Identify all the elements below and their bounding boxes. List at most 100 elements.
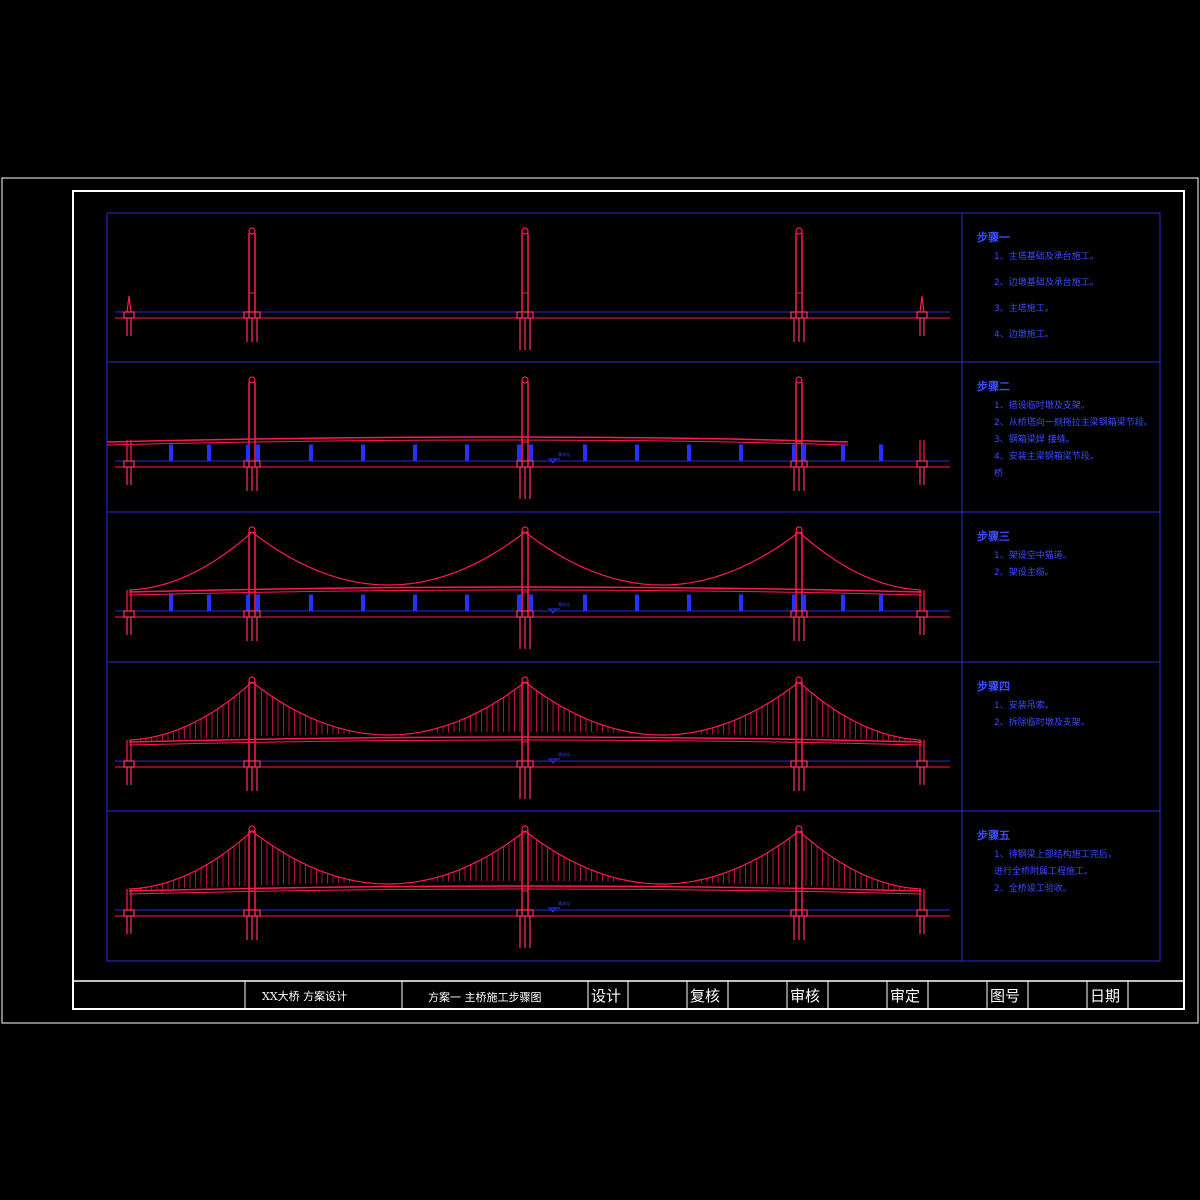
step-item: 1、主塔基础及承台施工。 bbox=[994, 250, 1099, 262]
temporary-support bbox=[207, 444, 211, 461]
step-item: 1、架设空中猫道。 bbox=[994, 549, 1072, 561]
side-pier bbox=[123, 440, 135, 485]
pile-cap bbox=[123, 909, 135, 917]
tower-saddle bbox=[795, 676, 803, 684]
deck-girder bbox=[128, 885, 923, 895]
temporary-support bbox=[841, 444, 845, 461]
project-name: XX大桥 方案设计 bbox=[262, 989, 347, 1003]
side-pier bbox=[123, 590, 135, 635]
pier-column bbox=[126, 295, 132, 313]
tower bbox=[516, 825, 534, 948]
tower-saddle bbox=[795, 526, 803, 534]
tower-saddle bbox=[248, 376, 256, 384]
tower-saddle bbox=[248, 227, 256, 235]
side-pier bbox=[123, 740, 135, 785]
titleblock-field-label: 复核 bbox=[690, 987, 720, 1005]
temporary-support bbox=[256, 594, 260, 611]
bridge-towers bbox=[115, 227, 950, 350]
tower bbox=[790, 676, 808, 791]
temporary-support bbox=[413, 594, 417, 611]
tower bbox=[243, 825, 261, 940]
bridge-hangers: 常水位 bbox=[115, 676, 950, 799]
temporary-support bbox=[246, 444, 250, 461]
tower bbox=[790, 825, 808, 940]
temporary-support bbox=[517, 444, 521, 461]
construction-drawing: 常水位常水位常水位常水位 步骤一1、主塔基础及承台施工。2、边墩基础及承台施工。… bbox=[1, 177, 1199, 1024]
pile-cap bbox=[790, 760, 808, 768]
step-notes: 步骤一 1、主塔基础及承台施工。 2、边墩基础及承台施工。 3、主塔施工。 4、边墩施工… bbox=[977, 230, 1153, 894]
step-item: 2、从桥塔向一侧拖拉主梁钢箱梁节段。 bbox=[994, 416, 1153, 428]
step-title: 步骤五 bbox=[977, 828, 1010, 842]
temporary-support bbox=[792, 594, 796, 611]
titleblock-field-label: 设计 bbox=[591, 987, 621, 1005]
pile-cap bbox=[516, 311, 534, 319]
step-item: 进行全桥附属工程施工。 bbox=[994, 865, 1093, 877]
tower-saddle bbox=[521, 376, 529, 384]
pile-cap bbox=[516, 610, 534, 618]
step-item: 1、搭设临时墩及支架。 bbox=[994, 399, 1090, 411]
hangers bbox=[140, 834, 911, 891]
pile-cap bbox=[916, 460, 928, 468]
deck-top bbox=[128, 736, 923, 743]
temporary-support bbox=[879, 444, 883, 461]
temporary-support bbox=[841, 594, 845, 611]
side-pier bbox=[916, 295, 928, 336]
pier-column bbox=[919, 295, 925, 313]
pile-cap bbox=[790, 909, 808, 917]
pile-cap bbox=[243, 460, 261, 468]
temporary-support bbox=[529, 444, 533, 461]
step-title: 步骤一 bbox=[977, 230, 1010, 244]
tower bbox=[516, 376, 534, 499]
temporary-support bbox=[879, 594, 883, 611]
step-title: 步骤二 bbox=[977, 379, 1010, 393]
temporary-support bbox=[256, 444, 260, 461]
tower-saddle bbox=[795, 227, 803, 235]
temporary-support bbox=[583, 444, 587, 461]
pile-cap bbox=[123, 760, 135, 768]
step-item: 1、安装吊索。 bbox=[994, 699, 1054, 711]
tower-saddle bbox=[795, 376, 803, 384]
temporary-support bbox=[739, 444, 743, 461]
water-level-label: 常水位 bbox=[558, 751, 570, 757]
temporary-support bbox=[792, 444, 796, 461]
side-pier bbox=[123, 295, 135, 336]
pile-cap bbox=[243, 909, 261, 917]
bridge-girder: 常水位 bbox=[106, 376, 950, 499]
deck-girder bbox=[128, 736, 923, 746]
bridge-complete: 常水位 bbox=[115, 825, 950, 948]
pile-cap bbox=[243, 610, 261, 618]
tower-saddle bbox=[521, 227, 529, 235]
temporary-support bbox=[635, 594, 639, 611]
tower bbox=[243, 227, 261, 342]
temporary-support bbox=[309, 444, 313, 461]
hangers bbox=[140, 685, 911, 742]
drawing-title: 方案一 主桥施工步骤图 bbox=[428, 990, 542, 1004]
temporary-support bbox=[529, 594, 533, 611]
tower bbox=[516, 227, 534, 350]
water-level-label: 常水位 bbox=[558, 900, 570, 906]
pile-cap bbox=[123, 460, 135, 468]
step-title: 步骤三 bbox=[977, 529, 1010, 543]
step-item: 2、全桥竣工验收。 bbox=[994, 882, 1072, 894]
pile-cap bbox=[123, 311, 135, 319]
temporary-support bbox=[309, 594, 313, 611]
temporary-support bbox=[169, 594, 173, 611]
temporary-support bbox=[465, 444, 469, 461]
step-item: 3、主塔施工。 bbox=[994, 302, 1054, 314]
temporary-support bbox=[687, 444, 691, 461]
deck-girder bbox=[106, 436, 849, 446]
step-item: 4、边墩施工。 bbox=[994, 328, 1054, 340]
step-item: 2、边墩基础及承台施工。 bbox=[994, 276, 1099, 288]
tower bbox=[790, 526, 808, 641]
temporary-support bbox=[361, 444, 365, 461]
side-pier bbox=[916, 889, 928, 934]
tower-saddle bbox=[795, 825, 803, 833]
temporary-support bbox=[169, 444, 173, 461]
step-item: 4、安装主梁钢箱梁节段。 bbox=[994, 450, 1099, 462]
pile-cap bbox=[790, 311, 808, 319]
temporary-support bbox=[465, 594, 469, 611]
pile-cap bbox=[243, 311, 261, 319]
deck-top bbox=[128, 885, 923, 892]
temporary-support bbox=[635, 444, 639, 461]
titleblock-field-label: 审核 bbox=[790, 987, 820, 1005]
